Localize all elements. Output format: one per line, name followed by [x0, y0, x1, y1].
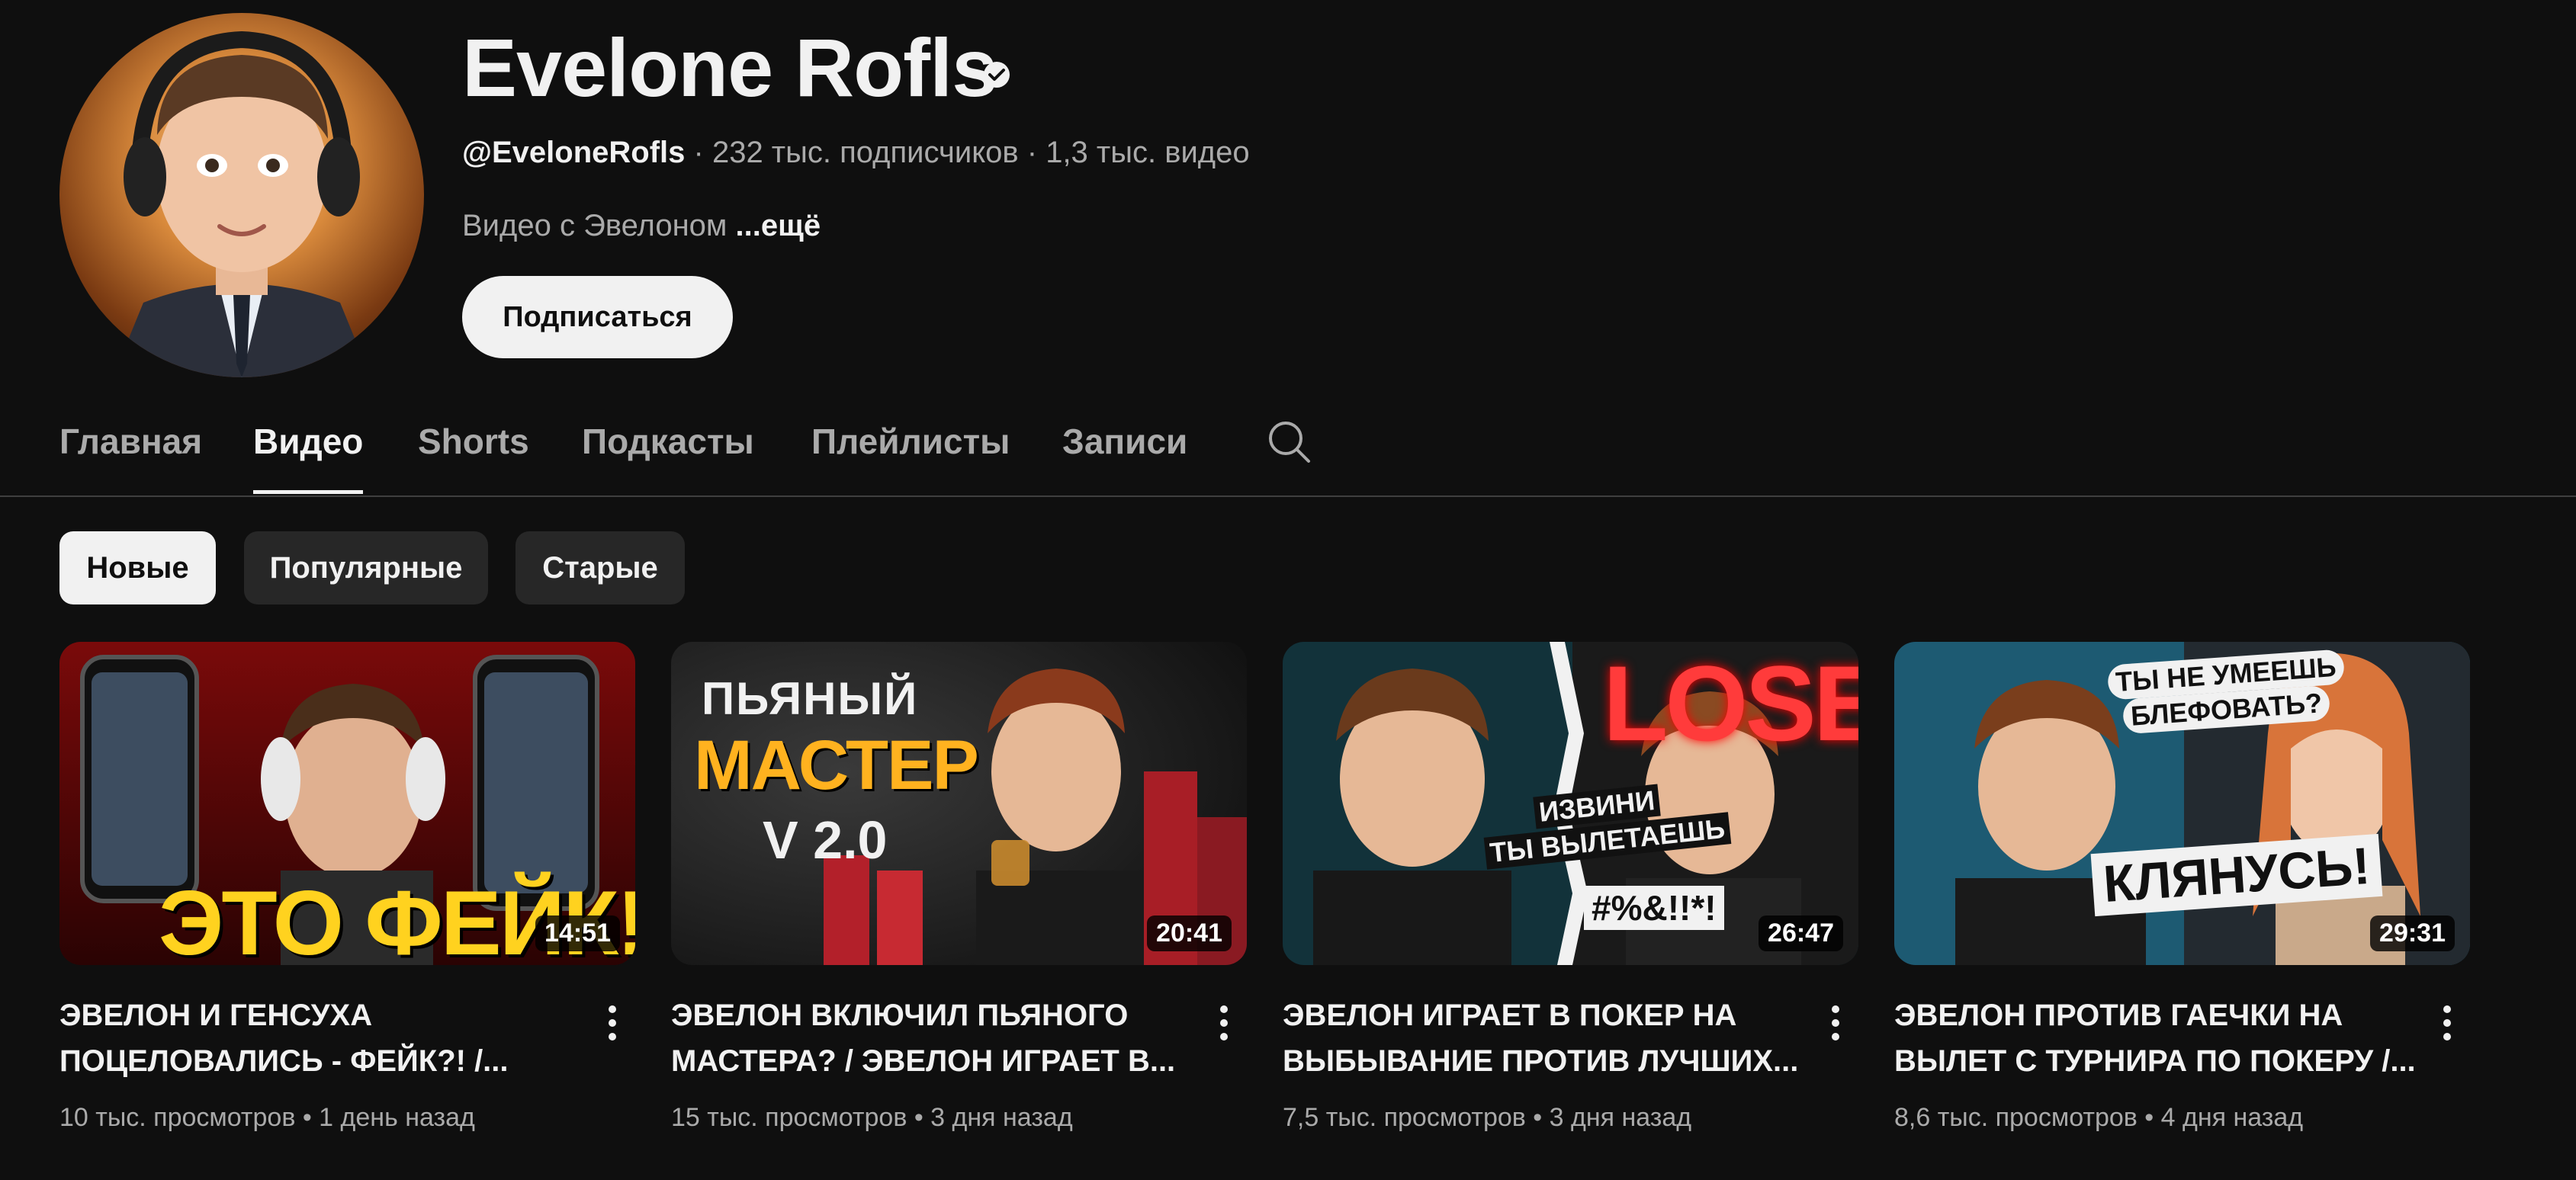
video-title-line: ЭВЕЛОН ВКЛЮЧИЛ ПЬЯНОГО — [671, 999, 1129, 1032]
video-title[interactable]: ЭВЕЛОН ВКЛЮЧИЛ ПЬЯНОГО МАСТЕРА? / ЭВЕЛОН… — [671, 992, 1197, 1084]
tab-home[interactable]: Главная — [59, 412, 202, 494]
tab-playlists[interactable]: Плейлисты — [811, 412, 1010, 494]
video-duration: 29:31 — [2370, 915, 2455, 951]
video-card[interactable]: ЭТО ФЕЙК! 14:51 ЭВЕЛОН И ГЕНСУХА ПОЦЕЛОВ… — [59, 642, 635, 1132]
search-icon[interactable] — [1266, 418, 1312, 464]
tab-videos[interactable]: Видео — [253, 412, 364, 494]
channel-name: Evelone Rofls — [462, 21, 997, 114]
thumbnail-text: #%&!!*! — [1584, 886, 1724, 930]
chip-newest[interactable]: Новые — [59, 531, 216, 604]
subscribe-button[interactable]: Подписаться — [462, 276, 733, 358]
more-link[interactable]: ...ещё — [736, 209, 821, 242]
channel-handle: @EveloneRofls — [462, 136, 686, 169]
channel-avatar[interactable] — [59, 13, 424, 377]
video-title[interactable]: ЭВЕЛОН ПРОТИВ ГАЕЧКИ НА ВЫЛЕТ С ТУРНИРА … — [1894, 992, 2420, 1084]
video-thumbnail[interactable]: LOSE ИЗВИНИ ТЫ ВЫЛЕТАЕШЬ #%&!!*! 26:47 — [1283, 642, 1858, 965]
more-options-icon[interactable] — [597, 1000, 628, 1046]
video-duration: 20:41 — [1147, 915, 1232, 951]
tab-posts[interactable]: Записи — [1062, 412, 1187, 494]
video-meta: 8,6 тыс. просмотров • 4 дня назад — [1894, 1103, 2304, 1132]
video-card[interactable]: LOSE ИЗВИНИ ТЫ ВЫЛЕТАЕШЬ #%&!!*! 26:47 Э… — [1283, 642, 1858, 1132]
video-meta: 7,5 тыс. просмотров • 3 дня назад — [1283, 1103, 1692, 1132]
more-options-icon[interactable] — [1209, 1000, 1239, 1046]
video-meta: 10 тыс. просмотров • 1 день назад — [59, 1103, 475, 1132]
video-title-line: ЭВЕЛОН ПРОТИВ ГАЕЧКИ НА — [1894, 999, 2343, 1032]
video-card[interactable]: ПЬЯНЫЙ МАСТЕР V 2.0 20:41 ЭВЕЛОН ВКЛЮЧИЛ… — [671, 642, 1247, 1132]
channel-description[interactable]: Видео с Эвелоном ...ещё — [462, 207, 821, 245]
chip-oldest[interactable]: Старые — [516, 531, 685, 604]
video-thumbnail[interactable]: ЭТО ФЕЙК! 14:51 — [59, 642, 635, 965]
video-duration: 14:51 — [535, 915, 620, 951]
video-thumbnail[interactable]: ТЫ НЕ УМЕЕШЬ БЛЕФОВАТЬ? КЛЯНУСЬ! 29:31 — [1894, 642, 2470, 965]
more-options-icon[interactable] — [1820, 1000, 1851, 1046]
video-title[interactable]: ЭВЕЛОН ИГРАЕТ В ПОКЕР НА ВЫБЫВАНИЕ ПРОТИ… — [1283, 992, 1809, 1084]
video-title-line: ПОЦЕЛОВАЛИСЬ - ФЕЙК?! /... — [59, 1044, 509, 1078]
thumbnail-text: МАСТЕР — [694, 726, 979, 804]
video-card[interactable]: ТЫ НЕ УМЕЕШЬ БЛЕФОВАТЬ? КЛЯНУСЬ! 29:31 Э… — [1894, 642, 2470, 1132]
video-meta: 15 тыс. просмотров • 3 дня назад — [671, 1103, 1073, 1132]
video-thumbnail[interactable]: ПЬЯНЫЙ МАСТЕР V 2.0 20:41 — [671, 642, 1247, 965]
tab-shorts[interactable]: Shorts — [418, 412, 529, 494]
video-title-line: ЭВЕЛОН ИГРАЕТ В ПОКЕР НА — [1283, 999, 1737, 1032]
chip-popular[interactable]: Популярные — [244, 531, 488, 604]
video-title-line: ВЫБЫВАНИЕ ПРОТИВ ЛУЧШИХ... — [1283, 1044, 1799, 1078]
description-text: Видео с Эвелоном — [462, 209, 736, 242]
tab-podcasts[interactable]: Подкасты — [582, 412, 754, 494]
video-title-line: МАСТЕРА? / ЭВЕЛОН ИГРАЕТ В... — [671, 1044, 1176, 1078]
video-title-line: ВЫЛЕТ С ТУРНИРА ПО ПОКЕРУ /... — [1894, 1044, 2416, 1078]
thumbnail-text: ПЬЯНЫЙ — [702, 673, 919, 724]
channel-stats: · 232 тыс. подписчиков · 1,3 тыс. видео — [685, 136, 1250, 169]
verified-icon — [984, 62, 1010, 88]
video-title[interactable]: ЭВЕЛОН И ГЕНСУХА ПОЦЕЛОВАЛИСЬ - ФЕЙК?! /… — [59, 992, 586, 1084]
thumbnail-text: V 2.0 — [763, 810, 888, 870]
video-duration: 26:47 — [1759, 915, 1843, 951]
channel-meta: @EveloneRofls · 232 тыс. подписчиков · 1… — [462, 133, 1250, 172]
video-title-line: ЭВЕЛОН И ГЕНСУХА — [59, 999, 373, 1032]
more-options-icon[interactable] — [2432, 1000, 2462, 1046]
thumbnail-text: LOSE — [1603, 643, 1858, 763]
